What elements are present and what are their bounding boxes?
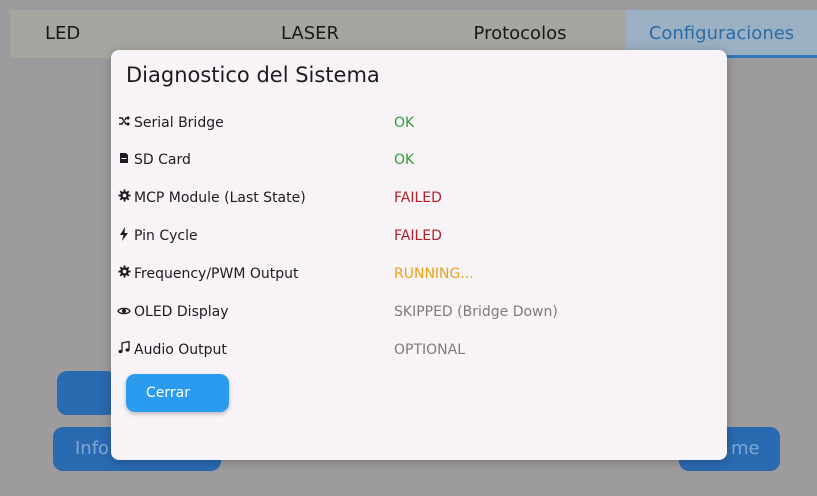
diagnostic-row-sd-card: SD Card OK: [117, 149, 717, 171]
diagnostic-label: Frequency/PWM Output: [134, 266, 299, 282]
diagnostic-row-mcp-module: MCP Module (Last State) FAILED: [117, 187, 717, 209]
diagnostic-label: Audio Output: [134, 342, 227, 358]
diagnostic-row-oled-display: OLED Display SKIPPED (Bridge Down): [117, 301, 717, 323]
diagnostic-label: OLED Display: [134, 304, 229, 320]
diagnostic-label: MCP Module (Last State): [134, 190, 306, 206]
diagnostic-row-pin-cycle: Pin Cycle FAILED: [117, 225, 717, 247]
diagnostic-status: RUNNING...: [394, 266, 474, 282]
eye-icon: [117, 303, 131, 321]
diagnostic-status: SKIPPED (Bridge Down): [394, 304, 558, 320]
diagnostic-status: OK: [394, 152, 415, 168]
shuffle-icon: [117, 114, 131, 132]
music-note-icon: [117, 340, 131, 359]
close-button[interactable]: Cerrar: [126, 374, 229, 412]
diagnostic-status: OK: [394, 115, 415, 131]
diagnostic-row-serial-bridge: Serial Bridge OK: [117, 112, 717, 134]
gear-icon: [117, 265, 131, 283]
diagnostic-row-audio-output: Audio Output OPTIONAL: [117, 339, 717, 361]
diagnostics-dialog: Diagnostico del Sistema Serial Bridge OK…: [111, 50, 727, 460]
gear-icon: [117, 189, 131, 207]
diagnostic-label: SD Card: [134, 152, 191, 168]
diagnostic-status: FAILED: [394, 190, 442, 206]
diagnostic-status: OPTIONAL: [394, 342, 466, 358]
diagnostic-row-frequency-pwm: Frequency/PWM Output RUNNING...: [117, 263, 717, 285]
dialog-title: Diagnostico del Sistema: [126, 63, 380, 87]
diagnostic-status: FAILED: [394, 228, 442, 244]
diagnostic-label: Serial Bridge: [134, 115, 224, 131]
bolt-icon: [117, 227, 131, 245]
diagnostic-label: Pin Cycle: [134, 228, 198, 244]
app-screen: LED LASER Protocolos Configuraciones Inf…: [0, 0, 817, 496]
sd-card-icon: [117, 151, 131, 169]
